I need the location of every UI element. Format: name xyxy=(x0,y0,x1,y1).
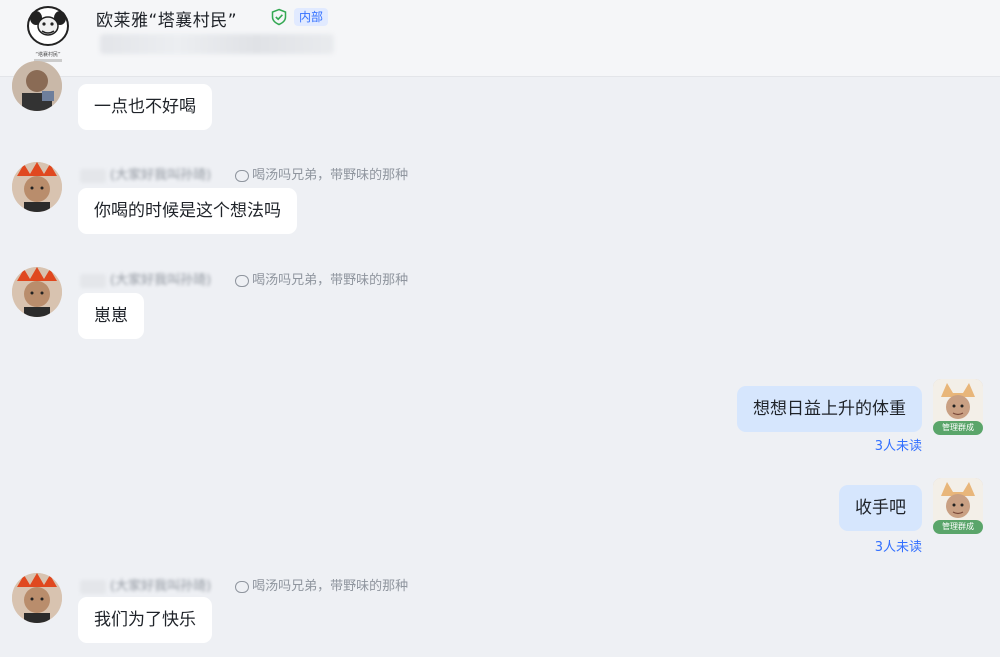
sender-signature: 喝汤吗兄弟，带野味的那种 xyxy=(252,579,409,594)
message-bubble[interactable]: 崽崽 xyxy=(78,293,144,339)
read-status[interactable]: 3人未读 xyxy=(875,536,922,555)
sender-name: (大家好我叫孙琦) xyxy=(110,168,212,183)
sender-avatar[interactable] xyxy=(12,61,62,111)
blurred-subtitle xyxy=(100,34,334,54)
verified-shield-icon xyxy=(271,8,287,26)
sender-signature: 喝汤吗兄弟，带野味的那种 xyxy=(252,168,409,183)
sender-signature: 喝汤吗兄弟，带野味的那种 xyxy=(252,273,409,288)
sender-meta: (大家好我叫孙琦) 喝汤吗兄弟，带野味的那种 xyxy=(80,164,408,183)
message-bubble[interactable]: 一点也不好喝 xyxy=(78,84,212,130)
internal-badge: 内部 xyxy=(294,8,329,26)
admin-tag: 管理群成 xyxy=(933,421,983,435)
group-title: 欧莱雅“塔襄村民” xyxy=(96,11,238,31)
signature-bubble-icon xyxy=(235,169,250,182)
message-bubble[interactable]: 你喝的时候是这个想法吗 xyxy=(78,188,297,234)
blurred-sender-name xyxy=(80,273,106,288)
blurred-sender-name xyxy=(80,579,106,594)
sender-avatar[interactable] xyxy=(12,267,62,317)
signature-bubble-icon xyxy=(235,580,250,593)
message-bubble-outgoing[interactable]: 想想日益上升的体重 xyxy=(737,386,922,432)
svg-text:“塔襄村民”: “塔襄村民” xyxy=(35,51,61,58)
sender-name: (大家好我叫孙琦) xyxy=(110,579,212,594)
admin-tag: 管理群成 xyxy=(933,520,983,534)
message-list[interactable]: 一点也不好喝 (大家好我叫孙琦) 喝汤吗兄弟，带野味的那种 你喝的时候是这个想法吗… xyxy=(0,61,1000,657)
sender-meta: (大家好我叫孙琦) 喝汤吗兄弟，带野味的那种 xyxy=(80,575,408,594)
chat-header: “塔襄村民” 欧莱雅“塔襄村民” 内部 xyxy=(0,0,1000,77)
sender-avatar[interactable] xyxy=(12,162,62,212)
message-bubble[interactable]: 我们为了快乐 xyxy=(78,597,212,643)
message-bubble-outgoing[interactable]: 收手吧 xyxy=(839,485,922,531)
signature-bubble-icon xyxy=(235,274,250,287)
blurred-sender-name xyxy=(80,168,106,183)
sender-name: (大家好我叫孙琦) xyxy=(110,273,212,288)
sender-meta: (大家好我叫孙琦) 喝汤吗兄弟，带野味的那种 xyxy=(80,269,408,288)
group-avatar[interactable]: “塔襄村民” xyxy=(20,4,76,66)
read-status[interactable]: 3人未读 xyxy=(875,435,922,454)
sender-avatar[interactable] xyxy=(12,573,62,623)
